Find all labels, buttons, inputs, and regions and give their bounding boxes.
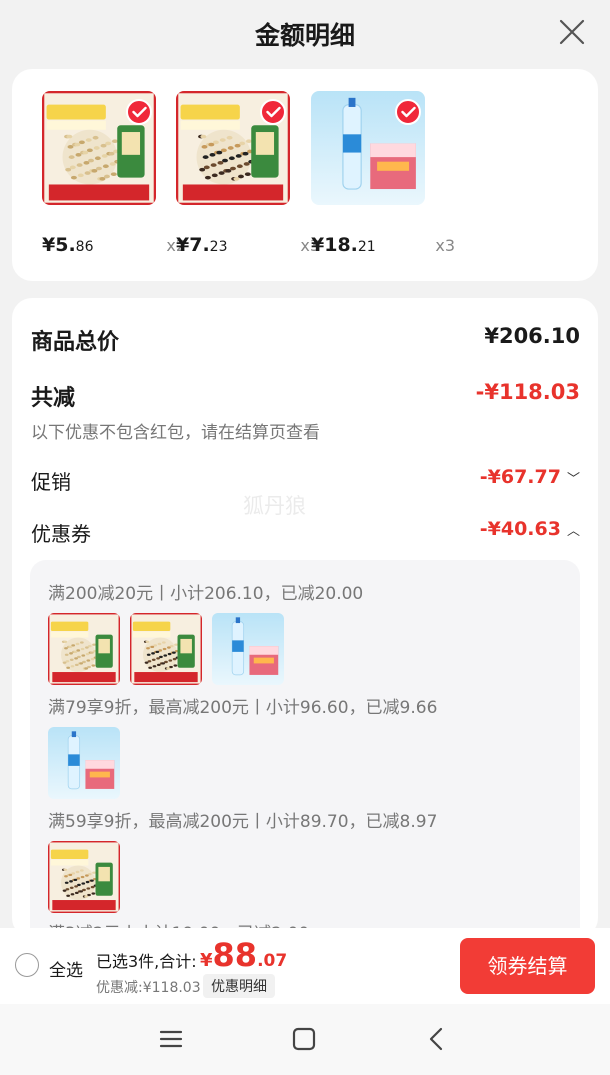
coupon-item-thumbnail bbox=[48, 727, 120, 799]
watermark: 狐丹狼 bbox=[243, 494, 306, 518]
promo-label: 促销 bbox=[31, 470, 71, 494]
promo-value: -¥67.77 bbox=[479, 466, 561, 488]
menu-icon[interactable] bbox=[158, 1026, 184, 1052]
product-item[interactable]: ¥7.23 x3 bbox=[176, 91, 320, 256]
coupon-rule-text: 满79享9折，最高减200元丨小计96.60，已减9.66 bbox=[48, 698, 438, 718]
price-detail-card: 商品总价 ¥206.10 共减 -¥118.03 以下优惠不包含红包，请在结算页… bbox=[12, 298, 598, 938]
selected-items-card: ¥5.86 x2 ¥7.23 x3 ¥18.21 x3 bbox=[12, 69, 598, 281]
header: 金额明细 bbox=[0, 0, 610, 64]
coupon-item-thumbnail bbox=[212, 613, 284, 685]
total-price-label: 商品总价 bbox=[31, 330, 120, 355]
product-item[interactable]: ¥5.86 x2 bbox=[42, 91, 186, 256]
home-icon[interactable] bbox=[291, 1026, 317, 1052]
checkout-button[interactable]: 领券结算 bbox=[460, 938, 595, 994]
back-icon[interactable] bbox=[424, 1026, 450, 1052]
total-reduce-label: 共减 bbox=[31, 386, 76, 411]
coupon-item-thumbs bbox=[48, 727, 130, 799]
select-all-radio[interactable] bbox=[15, 953, 39, 977]
select-all-label[interactable]: 全选 bbox=[49, 956, 83, 981]
discount-text: 优惠减:¥118.03 bbox=[96, 980, 201, 996]
coupon-value: -¥40.63 bbox=[479, 518, 561, 540]
coupon-breakdown: 满200减20元丨小计206.10，已减20.00 满79享9折，最高减200元… bbox=[30, 560, 580, 938]
total-amount: ¥88.07 bbox=[200, 936, 288, 974]
total-reduce-value: -¥118.03 bbox=[475, 380, 580, 404]
product-item[interactable]: ¥18.21 x3 bbox=[311, 91, 455, 256]
coupon-row[interactable]: 优惠券 -¥40.63 ︿ bbox=[31, 518, 580, 546]
product-quantity: x3 bbox=[435, 236, 455, 255]
coupon-item-thumbnail bbox=[48, 613, 120, 685]
page-title: 金额明细 bbox=[254, 21, 355, 50]
coupon-item-thumbnail bbox=[130, 613, 202, 685]
coupon-item-thumbs bbox=[48, 841, 130, 913]
total-price-value: ¥206.10 bbox=[484, 324, 580, 348]
system-nav-bar bbox=[0, 1004, 610, 1075]
product-price: ¥5.86 bbox=[42, 234, 94, 256]
total-reduce-row: 共减 -¥118.03 bbox=[31, 380, 580, 411]
close-icon[interactable] bbox=[558, 18, 586, 46]
checked-icon[interactable] bbox=[395, 99, 421, 125]
chevron-up-icon[interactable]: ︿ bbox=[567, 520, 580, 539]
selected-summary: 已选3件,合计: bbox=[96, 952, 197, 971]
product-price: ¥18.21 bbox=[311, 234, 376, 256]
checked-icon[interactable] bbox=[126, 99, 152, 125]
promo-value-group: -¥67.77 ﹀ bbox=[480, 466, 580, 488]
checked-icon[interactable] bbox=[260, 99, 286, 125]
reduce-note: 以下优惠不包含红包，请在结算页查看 bbox=[31, 423, 320, 443]
coupon-item-thumbs bbox=[48, 613, 294, 685]
discount-detail-button[interactable]: 优惠明细 bbox=[203, 974, 275, 998]
coupon-label: 优惠券 bbox=[31, 522, 91, 546]
product-price: ¥7.23 bbox=[176, 234, 228, 256]
coupon-value-group: -¥40.63 ︿ bbox=[480, 518, 580, 540]
coupon-rule-text: 满200减20元丨小计206.10，已减20.00 bbox=[48, 584, 364, 604]
checkout-bar: 全选 已选3件,合计: ¥88.07 优惠减:¥118.03 优惠明细 领券结算 bbox=[0, 928, 610, 1004]
total-price-row: 商品总价 ¥206.10 bbox=[31, 324, 580, 355]
chevron-down-icon[interactable]: ﹀ bbox=[567, 468, 580, 487]
coupon-rule-text: 满59享9折，最高减200元丨小计89.70，已减8.97 bbox=[48, 812, 438, 832]
coupon-item-thumbnail bbox=[48, 841, 120, 913]
